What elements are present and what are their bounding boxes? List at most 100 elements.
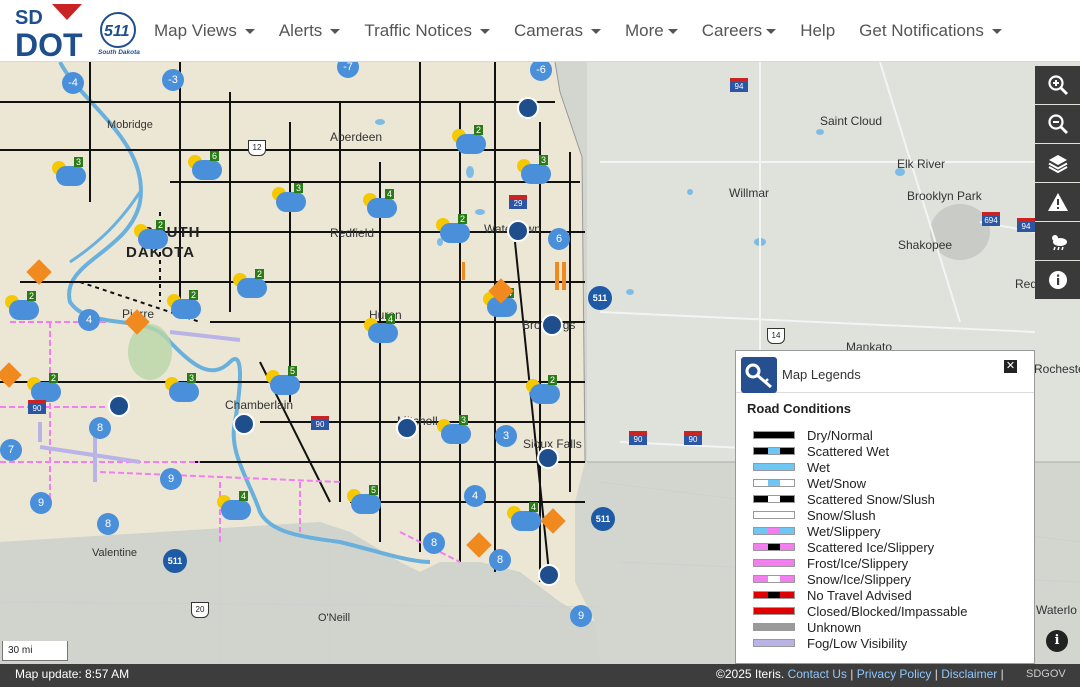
legend-item-label: Closed/Blocked/Impassable: [807, 603, 968, 619]
temperature-marker[interactable]: 7: [0, 439, 22, 461]
contact-us-link[interactable]: Contact Us: [788, 667, 847, 681]
zoom-in-button[interactable]: [1035, 66, 1080, 104]
weather-marker[interactable]: 2: [452, 125, 486, 155]
key-icon: [741, 357, 777, 393]
us-route-shield: 20: [191, 602, 209, 618]
weather-marker[interactable]: 2: [436, 214, 470, 244]
legend-item-label: Snow/Ice/Slippery: [807, 571, 912, 587]
legend-swatch: [753, 479, 795, 487]
disclaimer-link[interactable]: Disclaimer: [941, 667, 997, 681]
temperature-marker[interactable]: 6: [548, 228, 570, 250]
zoom-out-button[interactable]: [1035, 105, 1080, 143]
legend-item: Scattered Wet: [753, 443, 967, 459]
legend-swatch: [753, 543, 795, 551]
weather-marker[interactable]: 4: [364, 314, 398, 344]
alerts-button[interactable]: [1035, 183, 1080, 221]
temperature-marker[interactable]: 8: [489, 549, 511, 571]
weather-marker[interactable]: 3: [52, 157, 86, 187]
nav-map-views[interactable]: Map Views: [154, 21, 255, 41]
weather-button[interactable]: [1035, 222, 1080, 260]
nav-map-views-label: Map Views: [154, 21, 237, 40]
temperature-marker[interactable]: 9: [30, 492, 52, 514]
map-legend-panel: Map Legends ✕ Road Conditions Dry/Normal…: [735, 350, 1035, 664]
footer: Map update: 8:57 AM ©2025 Iteris. Contac…: [0, 664, 1080, 687]
city-elk-river: Elk River: [897, 157, 946, 171]
nav-cameras-label: Cameras: [514, 21, 583, 40]
legend-swatch: [753, 463, 795, 471]
legend-swatch: [753, 559, 795, 567]
legend-item-label: Wet: [807, 459, 830, 475]
weather-marker[interactable]: 3: [165, 373, 199, 403]
weather-marker[interactable]: 3: [437, 415, 471, 445]
temperature-marker[interactable]: 8: [89, 417, 111, 439]
sd511-marker[interactable]: 511: [163, 549, 187, 573]
weather-marker[interactable]: 3: [272, 183, 306, 213]
nav-careers[interactable]: Careers: [701, 21, 777, 41]
camera-icon[interactable]: [541, 314, 563, 336]
nav-alerts[interactable]: Alerts: [278, 21, 341, 41]
layers-button[interactable]: [1035, 144, 1080, 182]
camera-icon[interactable]: [537, 447, 559, 469]
nav-careers-label: Careers: [701, 21, 763, 40]
nav-alerts-label: Alerts: [278, 21, 323, 40]
weather-marker[interactable]: 4: [217, 491, 251, 521]
camera-icon[interactable]: [507, 220, 529, 242]
weather-marker[interactable]: 2: [233, 269, 267, 299]
chevron-down-icon: [991, 28, 1002, 34]
weather-marker[interactable]: 5: [266, 366, 300, 396]
sd511-marker[interactable]: 511: [588, 286, 612, 310]
close-icon[interactable]: ✕: [1004, 360, 1017, 373]
legend-swatch: [753, 527, 795, 535]
temperature-marker[interactable]: 3: [495, 425, 517, 447]
legend-item: Unknown: [753, 619, 967, 635]
temperature-marker[interactable]: 4: [78, 309, 100, 331]
nav-more[interactable]: More: [625, 21, 678, 41]
weather-marker[interactable]: 2: [167, 290, 201, 320]
weather-marker[interactable]: 6: [188, 151, 222, 181]
warning-icon: [1047, 193, 1068, 211]
legend-item: Fog/Low Visibility: [753, 635, 967, 651]
sddot-logo[interactable]: SD DOT: [12, 2, 84, 60]
weather-marker[interactable]: 4: [507, 502, 541, 532]
info-button[interactable]: [1035, 261, 1080, 299]
legend-title: Map Legends: [782, 367, 861, 382]
temperature-marker[interactable]: 4: [464, 485, 486, 507]
city-shakopee: Shakopee: [898, 238, 953, 252]
layers-icon: [1048, 155, 1067, 174]
weather-marker[interactable]: 2: [526, 375, 560, 405]
sd511-marker[interactable]: 511: [591, 507, 615, 531]
weather-marker[interactable]: 2: [134, 220, 168, 250]
nav-cameras[interactable]: Cameras: [514, 21, 601, 41]
weather-marker[interactable]: 4: [363, 189, 397, 219]
camera-icon[interactable]: [233, 413, 255, 435]
sdgov-logo[interactable]: SDGOV: [1026, 668, 1066, 680]
nav-menu: Map Views Alerts Traffic Notices Cameras…: [154, 0, 1026, 62]
legend-info-icon[interactable]: i: [1046, 630, 1068, 652]
legend-swatch: [753, 495, 795, 503]
chevron-down-icon: [590, 28, 601, 34]
nav-help[interactable]: Help: [800, 21, 835, 41]
interstate-shield: 90: [28, 400, 46, 414]
legend-item: Closed/Blocked/Impassable: [753, 603, 967, 619]
camera-icon[interactable]: [538, 564, 560, 586]
legend-list: Dry/Normal Scattered Wet Wet Wet/Snow Scatte…: [753, 427, 967, 651]
weather-marker[interactable]: 3: [517, 155, 551, 185]
legend-item-label: Scattered Wet: [807, 443, 890, 459]
camera-icon[interactable]: [517, 97, 539, 119]
sd511-logo[interactable]: 511 South Dakota: [96, 12, 144, 56]
temperature-marker[interactable]: -4: [62, 72, 84, 94]
weather-marker[interactable]: 2: [5, 291, 39, 321]
weather-marker[interactable]: 5: [347, 485, 381, 515]
camera-icon[interactable]: [108, 395, 130, 417]
temperature-marker[interactable]: 9: [160, 468, 182, 490]
temperature-marker[interactable]: -3: [162, 69, 184, 91]
camera-icon[interactable]: [396, 417, 418, 439]
map-scale: 30 mi: [2, 641, 68, 661]
temperature-marker[interactable]: 9: [570, 605, 592, 627]
legend-item: Scattered Snow/Slush: [753, 491, 967, 507]
privacy-policy-link[interactable]: Privacy Policy: [857, 667, 932, 681]
nav-get-notifications[interactable]: Get Notifications: [859, 21, 1002, 41]
temperature-marker[interactable]: 8: [97, 513, 119, 535]
nav-traffic-notices[interactable]: Traffic Notices: [364, 21, 491, 41]
temperature-marker[interactable]: 8: [423, 532, 445, 554]
